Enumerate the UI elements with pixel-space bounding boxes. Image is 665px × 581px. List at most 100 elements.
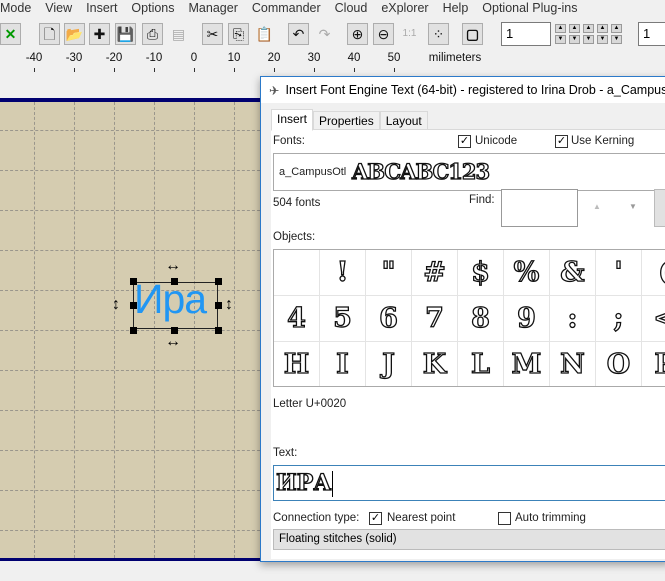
menu-commander[interactable]: Commander <box>245 0 328 18</box>
zoom-out-icon[interactable]: ⊖ <box>373 23 394 45</box>
move-bottom-icon[interactable]: ▼ <box>583 35 594 44</box>
move-down-icon[interactable]: ▼ <box>555 35 566 44</box>
resize-handle-br[interactable] <box>215 327 222 334</box>
export-icon[interactable]: ▤ <box>168 23 189 45</box>
glyph-cell[interactable]: < <box>642 296 665 342</box>
design-canvas[interactable]: Ира ↔ ↔ ↕ ↕ <box>0 98 265 561</box>
move-top-icon[interactable]: ▲ <box>583 24 594 33</box>
copy-icon[interactable]: ⎘ <box>228 23 249 45</box>
new-file-icon[interactable]: 🗋 <box>39 23 60 45</box>
auto-trimming-checkbox[interactable] <box>498 512 511 525</box>
ruler-tick <box>274 68 275 72</box>
tab-layout[interactable]: Layout <box>379 111 428 131</box>
hoop-icon[interactable]: ▢ <box>462 23 483 45</box>
menu-manager[interactable]: Manager <box>182 0 245 18</box>
glyph-cell[interactable]: 8 <box>458 296 504 342</box>
glyph-cell[interactable]: M <box>504 342 550 386</box>
paste-icon[interactable]: 📋 <box>254 23 275 45</box>
print-icon[interactable]: ⎙ <box>142 23 163 45</box>
glyph-cell[interactable]: 5 <box>320 296 366 342</box>
zoom-1-1-icon[interactable]: 1:1 <box>399 23 420 45</box>
glyph-cell[interactable]: J <box>366 342 412 386</box>
find-input[interactable] <box>501 189 578 227</box>
glyph-cell[interactable]: K <box>412 342 458 386</box>
move-down-step-icon[interactable]: ▼ <box>569 35 580 44</box>
stitch-type-select[interactable]: Floating stitches (solid) <box>273 529 665 550</box>
glyph-cell[interactable]: % <box>504 250 550 296</box>
spin-input-2[interactable]: 1 <box>638 22 665 46</box>
horizontal-stretch-icon[interactable]: ↔ <box>165 258 181 274</box>
ruler-tick <box>354 68 355 72</box>
menu-explorer[interactable]: eXplorer <box>374 0 435 18</box>
glyph-cell[interactable]: L <box>458 342 504 386</box>
move-up-step-icon[interactable]: ▲ <box>569 24 580 33</box>
tab-insert[interactable]: Insert <box>271 109 314 131</box>
find-previous-icon[interactable]: ▲ <box>593 202 601 211</box>
cut-icon[interactable]: ✂ <box>202 23 223 45</box>
glyph-cell[interactable]: 4 <box>274 296 320 342</box>
menu-insert[interactable]: Insert <box>79 0 124 18</box>
vertical-stretch-icon[interactable]: ↕ <box>112 297 120 313</box>
move-x-up-icon[interactable]: ▲ <box>611 24 622 33</box>
glyph-cell[interactable]: H <box>274 342 320 386</box>
glyph-cell[interactable]: # <box>412 250 458 296</box>
glyph-cell[interactable] <box>274 250 320 296</box>
glyph-cell[interactable]: ; <box>596 296 642 342</box>
glyph-cell[interactable]: $ <box>458 250 504 296</box>
nearest-point-checkbox[interactable]: ✓ <box>369 512 382 525</box>
dialog-title-bar[interactable]: ✈ Insert Font Engine Text (64-bit) - reg… <box>261 77 665 103</box>
menu-optional-plug-ins[interactable]: Optional Plug-ins <box>475 0 584 18</box>
menu-view[interactable]: View <box>38 0 79 18</box>
glyph-cell[interactable]: ' <box>596 250 642 296</box>
stitch-toggle-icon[interactable]: ✕ <box>0 23 21 45</box>
menu-help[interactable]: Help <box>436 0 476 18</box>
resize-handle-l[interactable] <box>130 302 137 309</box>
menu-options[interactable]: Options <box>124 0 181 18</box>
glyph-cell[interactable]: 7 <box>412 296 458 342</box>
resize-handle-bl[interactable] <box>130 327 137 334</box>
glyph-cell[interactable]: 6 <box>366 296 412 342</box>
unicode-checkbox[interactable]: ✓ <box>458 135 471 148</box>
resize-handle-tl[interactable] <box>130 278 137 285</box>
move-first-icon[interactable]: ▲ <box>597 24 608 33</box>
glyph-cell[interactable]: O <box>596 342 642 386</box>
zoom-fit-icon[interactable]: ⁘ <box>428 23 449 45</box>
save-icon[interactable]: 💾 <box>115 23 136 45</box>
open-add-icon[interactable]: ✚ <box>89 23 110 45</box>
glyph-cell[interactable]: N <box>550 342 596 386</box>
glyph-cell[interactable]: P <box>642 342 665 386</box>
redo-icon[interactable]: ↷ <box>314 23 335 45</box>
resize-handle-tr[interactable] <box>215 278 222 285</box>
font-selector[interactable]: a_CampusOtl ABCABC123 <box>273 153 665 191</box>
find-button[interactable] <box>654 189 665 227</box>
glyph-cell[interactable]: ! <box>320 250 366 296</box>
open-folder-icon[interactable]: 📂 <box>64 23 85 45</box>
tab-properties[interactable]: Properties <box>313 111 380 131</box>
move-x-down-icon[interactable]: ▼ <box>611 35 622 44</box>
ruler-tick-label: 30 <box>307 52 321 64</box>
menu-cloud[interactable]: Cloud <box>328 0 375 18</box>
move-last-icon[interactable]: ▼ <box>597 35 608 44</box>
resize-handle-r[interactable] <box>215 302 222 309</box>
spin-input-1[interactable]: 1 <box>501 22 551 46</box>
glyph-cell[interactable]: ( <box>642 250 665 296</box>
horizontal-stretch-icon[interactable]: ↔ <box>165 334 181 350</box>
glyph-cell[interactable]: & <box>550 250 596 296</box>
text-input[interactable]: ИРА <box>273 465 665 501</box>
grid-line <box>0 410 265 411</box>
ruler-tick-label: -10 <box>145 52 163 64</box>
letter-info: Letter U+0020 <box>273 398 347 410</box>
vertical-stretch-icon[interactable]: ↕ <box>225 297 233 313</box>
glyph-cell[interactable]: : <box>550 296 596 342</box>
menu-mode[interactable]: Mode <box>0 0 38 18</box>
glyph-cell[interactable]: 9 <box>504 296 550 342</box>
font-name: a_CampusOtl <box>279 166 347 178</box>
move-up-icon[interactable]: ▲ <box>555 24 566 33</box>
undo-icon[interactable]: ↶ <box>288 23 309 45</box>
glyph-cell[interactable]: " <box>366 250 412 296</box>
find-next-icon[interactable]: ▼ <box>629 202 637 211</box>
zoom-in-icon[interactable]: ⊕ <box>347 23 368 45</box>
glyph-cell[interactable]: I <box>320 342 366 386</box>
use-kerning-checkbox[interactable]: ✓ <box>555 135 568 148</box>
resize-handle-t[interactable] <box>171 278 178 285</box>
